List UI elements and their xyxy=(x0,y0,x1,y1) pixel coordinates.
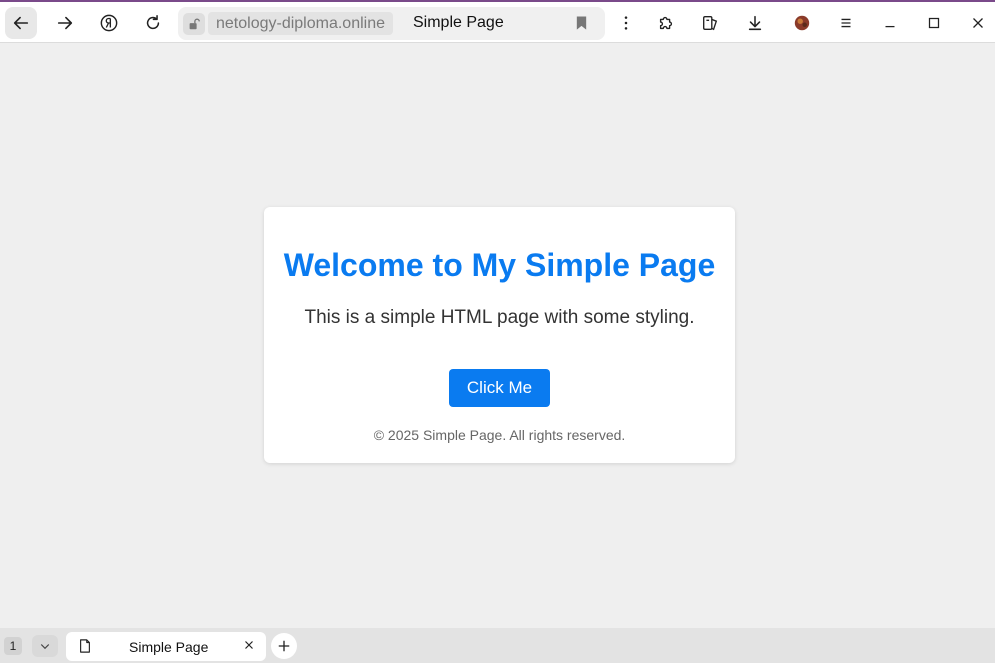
content-card: Welcome to My Simple Page This is a simp… xyxy=(264,207,735,463)
document-icon xyxy=(78,638,92,659)
arrow-left-icon xyxy=(13,16,29,30)
yandex-logo-icon xyxy=(100,14,118,32)
arrow-right-icon xyxy=(57,16,73,30)
collections-icon xyxy=(703,16,718,31)
tab-title: Simple Page xyxy=(129,639,209,655)
back-button[interactable] xyxy=(5,7,37,39)
tab-simple-page[interactable]: Simple Page xyxy=(66,632,266,661)
main-menu-button[interactable] xyxy=(830,7,862,39)
more-vertical-icon xyxy=(624,16,628,30)
close-window-button[interactable] xyxy=(962,7,994,39)
tab-list-dropdown[interactable] xyxy=(32,635,58,657)
forward-button[interactable] xyxy=(49,7,81,39)
address-bar[interactable]: netology-diploma.online Simple Page xyxy=(178,7,605,40)
address-domain: netology-diploma.online xyxy=(208,12,393,35)
collections-button[interactable] xyxy=(694,7,726,39)
tab-close-icon[interactable] xyxy=(242,638,256,657)
lock-icon[interactable] xyxy=(183,13,205,35)
chevron-down-icon xyxy=(40,644,50,650)
hamburger-icon xyxy=(841,18,851,28)
avatar xyxy=(794,15,810,31)
profile-button[interactable] xyxy=(786,7,818,39)
page-heading: Welcome to My Simple Page xyxy=(283,247,716,283)
new-tab-button[interactable] xyxy=(271,633,297,659)
page-lead-text: This is a simple HTML page with some sty… xyxy=(304,307,695,328)
maximize-button[interactable] xyxy=(918,7,950,39)
click-me-button[interactable]: Click Me xyxy=(449,369,550,407)
minimize-button[interactable] xyxy=(874,7,906,39)
tab-count-badge[interactable]: 1 xyxy=(4,637,22,655)
reload-icon xyxy=(146,15,160,30)
menu-dots-button[interactable] xyxy=(610,7,642,39)
bookmark-icon[interactable] xyxy=(574,15,589,36)
close-icon xyxy=(973,18,983,28)
puzzle-icon xyxy=(659,16,673,30)
extensions-button[interactable] xyxy=(650,7,682,39)
browser-toolbar: netology-diploma.online Simple Page xyxy=(0,0,995,43)
address-page-title: Simple Page xyxy=(413,14,504,31)
yandex-button[interactable] xyxy=(93,7,125,39)
plus-icon xyxy=(278,640,290,652)
minimize-icon xyxy=(885,25,895,28)
tab-strip: 1 Simple Page xyxy=(0,628,995,663)
page-footer: © 2025 Simple Page. All rights reserved. xyxy=(373,427,626,443)
maximize-icon xyxy=(928,17,940,29)
download-icon xyxy=(748,15,762,31)
downloads-button[interactable] xyxy=(739,7,771,39)
reload-button[interactable] xyxy=(137,7,169,39)
